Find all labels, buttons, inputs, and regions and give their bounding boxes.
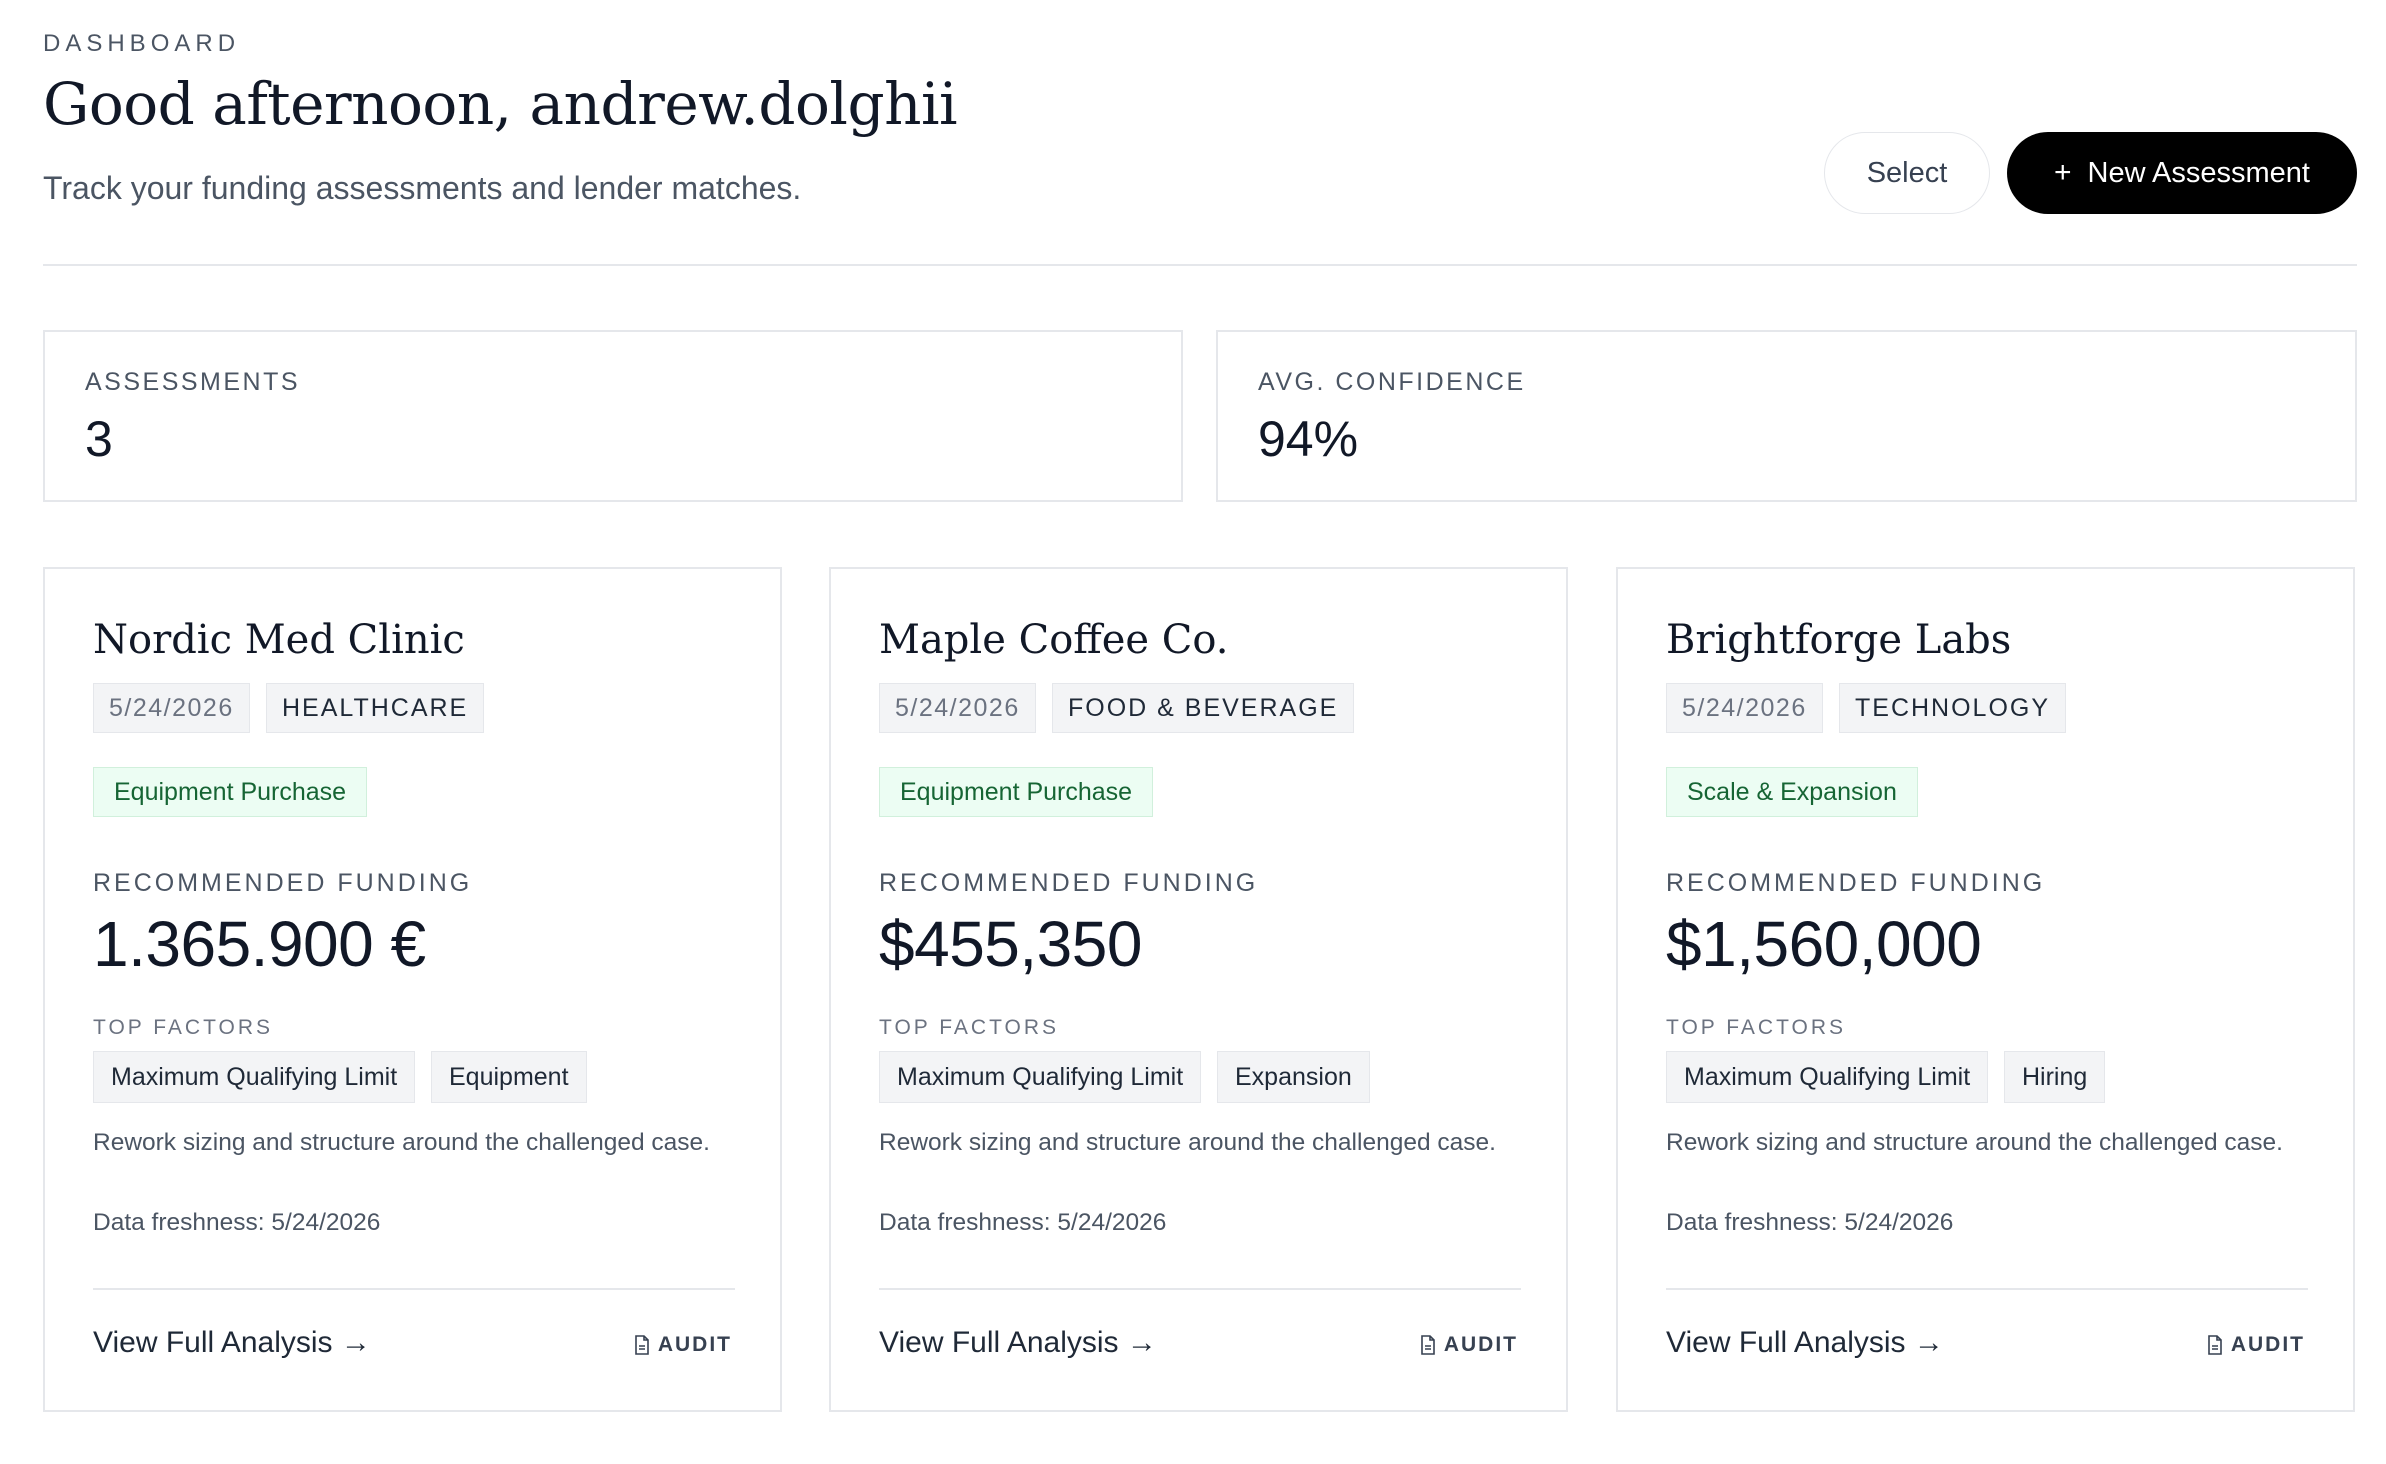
- recommended-funding-label: RECOMMENDED FUNDING: [93, 869, 473, 897]
- document-icon: [2208, 1335, 2222, 1355]
- date-chip: 5/24/2026: [879, 683, 1036, 733]
- industry-chip: TECHNOLOGY: [1839, 683, 2067, 733]
- industry-chip: FOOD & BEVERAGE: [1052, 683, 1355, 733]
- data-freshness: Data freshness: 5/24/2026: [93, 1209, 381, 1236]
- plus-icon: +: [2054, 156, 2072, 189]
- company-name: Brightforge Labs: [1666, 617, 2012, 663]
- date-chip: 5/24/2026: [93, 683, 250, 733]
- factor-chip: Maximum Qualifying Limit: [879, 1051, 1202, 1103]
- card-description: Rework sizing and structure around the c…: [879, 1129, 1496, 1156]
- card-divider: [93, 1288, 735, 1290]
- factor-chip: Maximum Qualifying Limit: [1666, 1051, 1989, 1103]
- stat-avg-confidence: AVG. CONFIDENCE 94%: [1216, 330, 2357, 502]
- assessment-card[interactable]: Nordic Med Clinic 5/24/2026 HEALTHCARE E…: [43, 567, 782, 1412]
- audit-button[interactable]: AUDIT: [634, 1333, 732, 1357]
- stat-label: ASSESSMENTS: [85, 368, 301, 396]
- stat-value: 3: [85, 411, 113, 467]
- factor-chip: Hiring: [2004, 1051, 2106, 1103]
- date-chip: 5/24/2026: [1666, 683, 1823, 733]
- funding-amount: 1.365.900 €: [93, 908, 426, 980]
- company-name: Maple Coffee Co.: [879, 617, 1229, 663]
- card-description: Rework sizing and structure around the c…: [1666, 1129, 2283, 1156]
- funding-amount: $1,560,000: [1666, 908, 1982, 980]
- funding-amount: $455,350: [879, 908, 1142, 980]
- stat-label: AVG. CONFIDENCE: [1258, 368, 1526, 396]
- recommended-funding-label: RECOMMENDED FUNDING: [1666, 869, 2046, 897]
- card-description: Rework sizing and structure around the c…: [93, 1129, 710, 1156]
- audit-button[interactable]: AUDIT: [1420, 1333, 1518, 1357]
- page-subtitle: Track your funding assessments and lende…: [43, 170, 802, 206]
- card-divider: [879, 1288, 1521, 1290]
- view-full-analysis-link[interactable]: View Full Analysis →: [879, 1326, 1157, 1360]
- company-name: Nordic Med Clinic: [93, 617, 465, 663]
- new-assessment-button[interactable]: + New Assessment: [2007, 132, 2357, 214]
- audit-button[interactable]: AUDIT: [2207, 1333, 2305, 1357]
- stat-value: 94%: [1258, 411, 1359, 467]
- header-divider: [43, 264, 2357, 266]
- view-full-analysis-link[interactable]: View Full Analysis →: [93, 1326, 371, 1360]
- view-full-analysis-link[interactable]: View Full Analysis →: [1666, 1326, 1944, 1360]
- document-icon: [1421, 1335, 1435, 1355]
- purpose-badge: Equipment Purchase: [93, 767, 368, 817]
- factor-chip: Maximum Qualifying Limit: [93, 1051, 416, 1103]
- card-divider: [1666, 1288, 2308, 1290]
- stat-assessments: ASSESSMENTS 3: [43, 330, 1183, 502]
- purpose-badge: Equipment Purchase: [879, 767, 1154, 817]
- recommended-funding-label: RECOMMENDED FUNDING: [879, 869, 1259, 897]
- assessment-card[interactable]: Maple Coffee Co. 5/24/2026 FOOD & BEVERA…: [829, 567, 1568, 1412]
- audit-label: AUDIT: [2230, 1333, 2305, 1356]
- page-eyebrow: DASHBOARD: [43, 30, 241, 57]
- audit-label: AUDIT: [657, 1333, 732, 1356]
- data-freshness: Data freshness: 5/24/2026: [1666, 1209, 1954, 1236]
- factor-chip: Equipment: [431, 1051, 587, 1103]
- select-button-label: Select: [1866, 156, 1948, 189]
- assessment-card[interactable]: Brightforge Labs 5/24/2026 TECHNOLOGY Sc…: [1616, 567, 2355, 1412]
- top-factors-label: TOP FACTORS: [1666, 1016, 1847, 1039]
- industry-chip: HEALTHCARE: [266, 683, 485, 733]
- audit-label: AUDIT: [1443, 1333, 1518, 1356]
- top-factors-label: TOP FACTORS: [93, 1016, 274, 1039]
- select-button[interactable]: Select: [1824, 132, 1990, 214]
- purpose-badge: Scale & Expansion: [1666, 767, 1918, 817]
- factor-chip: Expansion: [1217, 1051, 1370, 1103]
- document-icon: [635, 1335, 649, 1355]
- top-factors-label: TOP FACTORS: [879, 1016, 1060, 1039]
- page-title: Good afternoon, andrew.dolghii: [43, 70, 958, 138]
- data-freshness: Data freshness: 5/24/2026: [879, 1209, 1167, 1236]
- new-assessment-label: New Assessment: [2087, 156, 2310, 189]
